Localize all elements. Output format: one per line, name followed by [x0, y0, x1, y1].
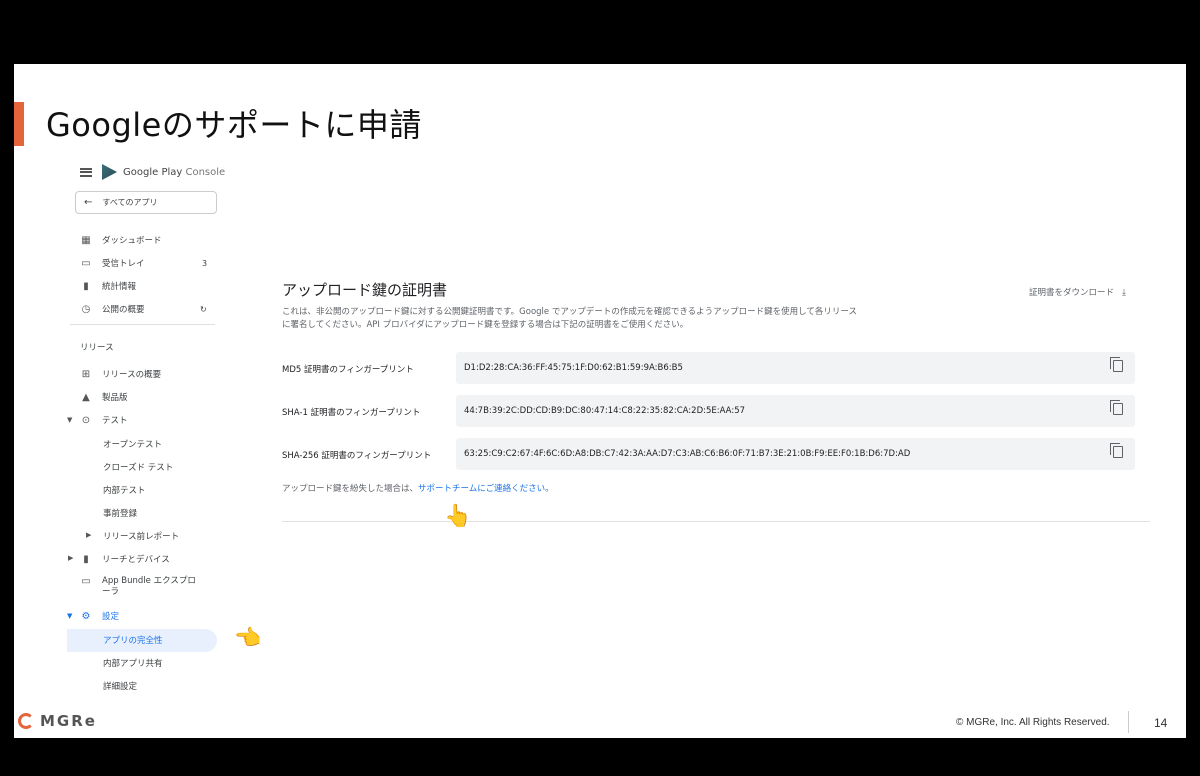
fingerprint-box: D1:D2:28:CA:36:FF:45:75:1F:D0:62:B1:59:9…	[456, 352, 1135, 384]
release-overview-icon: ⊞	[81, 368, 91, 380]
app-bundle-icon: ▭	[81, 576, 91, 587]
title-accent-bar	[14, 102, 24, 146]
md5-fingerprint-row: MD5 証明書のフィンガープリント D1:D2:28:CA:36:FF:45:7…	[282, 352, 1137, 384]
slide: Googleのサポートに申請 Google Play Console ← すべて…	[14, 64, 1186, 738]
sidebar-item-label: テスト	[102, 416, 128, 426]
sidebar-item-testing[interactable]: ⊙ テスト	[80, 414, 128, 427]
bar-chart-icon: ▮	[83, 280, 89, 292]
console-header: Google Play Console	[80, 164, 225, 180]
sidebar-item-settings[interactable]: ⚙ 設定	[80, 610, 120, 623]
certificate-description: これは、非公開のアップロード鍵に対する公開鍵証明書です。Google でアップデ…	[282, 307, 857, 330]
sidebar-item-pre-launch-report[interactable]: リリース前レポート	[103, 530, 179, 542]
sidebar-item-label: App Bundle エクスプローラ	[102, 576, 196, 597]
lost-key-suffix: 。	[545, 484, 554, 494]
release-section-heading: リリース	[80, 343, 114, 353]
panel-title: アップロード鍵の証明書	[282, 281, 448, 299]
sidebar-item-label: ダッシュボード	[102, 236, 162, 246]
sidebar-item-production[interactable]: ▲ 製品版	[80, 391, 128, 404]
fingerprint-value[interactable]: 44:7B:39:2C:DD:CD:B9:DC:80:47:14:C8:22:3…	[464, 406, 745, 416]
sidebar-item-inbox[interactable]: ▭ 受信トレイ 3	[80, 257, 207, 270]
production-icon: ▲	[82, 391, 90, 403]
sidebar-divider	[70, 324, 215, 325]
sidebar-item-publishing-overview[interactable]: ◷ 公開の概要 ↻	[80, 303, 207, 316]
expand-caret-icon[interactable]: ▼	[67, 416, 72, 424]
fingerprint-label: MD5 証明書のフィンガープリント	[282, 365, 414, 375]
sidebar-item-label: 公開の概要	[102, 305, 145, 315]
sha256-fingerprint-row: SHA-256 証明書のフィンガープリント 63:25:C9:C2:67:4F:…	[282, 438, 1137, 470]
sidebar-item-open-testing[interactable]: オープンテスト	[103, 438, 162, 450]
sidebar-item-reach-devices[interactable]: ▮ リーチとデバイス	[80, 553, 170, 566]
expand-caret-icon[interactable]: ▼	[67, 612, 72, 620]
slide-title: Googleのサポートに申請	[46, 106, 422, 144]
sidebar-item-advanced-settings[interactable]: 詳細設定	[103, 680, 137, 692]
download-certificate-link[interactable]: 証明書をダウンロード ⤓	[1029, 286, 1126, 298]
sync-icon: ↻	[200, 304, 207, 314]
lost-key-prefix: アップロード鍵を紛失した場合は、	[282, 484, 419, 494]
sidebar-item-pre-registration[interactable]: 事前登録	[103, 507, 137, 519]
brand-suffix: Console	[185, 166, 226, 178]
sidebar-item-closed-testing[interactable]: クローズド テスト	[103, 461, 173, 473]
copy-icon[interactable]	[1110, 357, 1123, 372]
pointing-hand-left-icon: 👈	[234, 626, 262, 651]
inbox-icon: ▭	[81, 257, 91, 269]
settings-gear-icon: ⚙	[81, 610, 91, 622]
all-apps-label: すべてのアプリ	[102, 198, 158, 207]
back-arrow-icon: ←	[84, 197, 93, 208]
fingerprint-box: 63:25:C9:C2:67:4F:6C:6D:A8:DB:C7:42:3A:A…	[456, 438, 1135, 470]
mgre-logo: MGRe	[18, 712, 97, 730]
inbox-count-badge: 3	[202, 258, 208, 268]
copy-icon[interactable]	[1110, 443, 1123, 458]
download-icon: ⤓	[1122, 288, 1126, 298]
expand-caret-icon[interactable]: ▶	[68, 554, 73, 562]
contact-support-link[interactable]: サポートチームにご連絡ください	[418, 484, 545, 494]
fingerprint-box: 44:7B:39:2C:DD:CD:B9:DC:80:47:14:C8:22:3…	[456, 395, 1135, 427]
lost-key-note: アップロード鍵を紛失した場合は、サポートチームにご連絡ください。	[282, 482, 554, 494]
testing-icon: ⊙	[81, 414, 91, 426]
dashboard-icon: ▦	[81, 234, 91, 246]
menu-icon[interactable]	[80, 167, 92, 177]
sidebar-item-label: 製品版	[102, 393, 128, 403]
sidebar-item-label: 統計情報	[102, 282, 137, 292]
all-apps-button[interactable]: ← すべてのアプリ	[75, 191, 217, 214]
sidebar-item-label: 受信トレイ	[102, 259, 145, 269]
copy-icon[interactable]	[1110, 400, 1123, 415]
mgre-logo-text: MGRe	[40, 712, 97, 730]
expand-caret-icon[interactable]: ▶	[86, 531, 91, 539]
sidebar-item-app-bundle-explorer[interactable]: ▭ App Bundle エクスプローラ	[80, 576, 202, 598]
publishing-icon: ◷	[81, 303, 91, 315]
sidebar-item-app-integrity[interactable]: アプリの完全性	[103, 634, 163, 646]
fingerprint-label: SHA-1 証明書のフィンガープリント	[282, 408, 421, 418]
pointing-hand-up-icon: 👆	[444, 504, 472, 529]
fingerprint-label: SHA-256 証明書のフィンガープリント	[282, 451, 432, 461]
console-brand: Google Play Console	[123, 167, 225, 178]
download-label: 証明書をダウンロード	[1029, 288, 1115, 298]
google-play-logo-icon	[102, 164, 117, 180]
sidebar-item-statistics[interactable]: ▮ 統計情報	[80, 280, 137, 293]
mgre-logo-mark-icon	[18, 713, 34, 729]
sidebar-item-internal-testing[interactable]: 内部テスト	[103, 484, 146, 496]
brand-name: Google Play	[123, 166, 183, 178]
sidebar-item-release-overview[interactable]: ⊞ リリースの概要	[80, 368, 162, 381]
sidebar-item-label: リーチとデバイス	[102, 555, 170, 565]
sidebar-item-internal-app-sharing[interactable]: 内部アプリ共有	[103, 657, 163, 669]
footer-divider	[1128, 711, 1129, 733]
play-console-sidebar: Google Play Console ← すべてのアプリ ▦ ダッシュボード …	[67, 154, 228, 704]
reach-devices-icon: ▮	[83, 553, 89, 565]
fingerprint-value[interactable]: D1:D2:28:CA:36:FF:45:75:1F:D0:62:B1:59:9…	[464, 363, 683, 373]
sidebar-item-dashboard[interactable]: ▦ ダッシュボード	[80, 234, 162, 247]
sidebar-item-label: 設定	[102, 612, 120, 622]
copyright: © MGRe, Inc. All Rights Reserved.	[956, 717, 1110, 728]
sha1-fingerprint-row: SHA-1 証明書のフィンガープリント 44:7B:39:2C:DD:CD:B9…	[282, 395, 1137, 427]
sidebar-item-label: リリースの概要	[102, 370, 162, 380]
panel-divider	[282, 521, 1150, 522]
page-number: 14	[1154, 716, 1168, 730]
fingerprint-value[interactable]: 63:25:C9:C2:67:4F:6C:6D:A8:DB:C7:42:3A:A…	[464, 449, 910, 459]
